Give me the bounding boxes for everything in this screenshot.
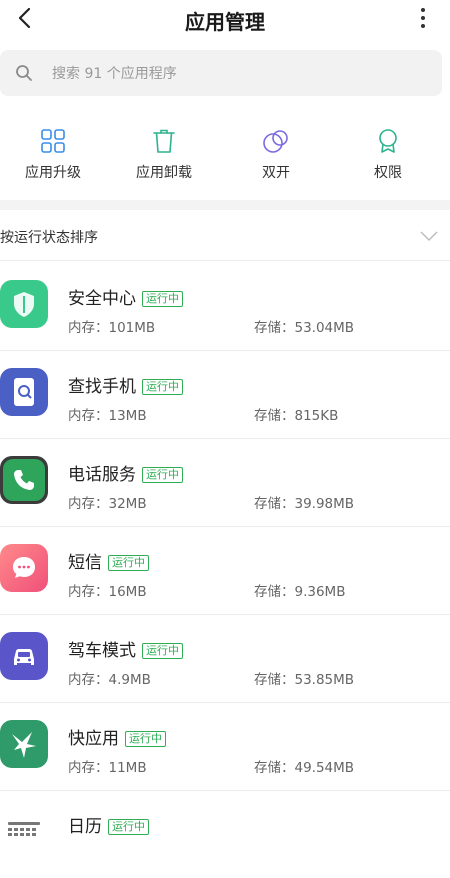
app-name: 短信 xyxy=(68,553,102,573)
search-icon xyxy=(16,65,32,81)
search-bar[interactable] xyxy=(0,50,442,98)
chevron-down-icon xyxy=(420,231,438,241)
running-badge: 运行中 xyxy=(108,819,149,835)
app-name: 日历 xyxy=(68,817,102,837)
sort-selector[interactable]: 按运行状态排序 xyxy=(0,212,450,261)
app-upgrade-button[interactable]: 应用升级 xyxy=(8,118,98,188)
app-upgrade-label: 应用升级 xyxy=(25,165,81,181)
app-name: 安全中心 xyxy=(68,289,136,309)
running-badge: 运行中 xyxy=(142,291,183,307)
app-uninstall-label: 应用卸载 xyxy=(136,165,192,181)
app-row[interactable]: 驾车模式 运行中 内存：4.9MB 存储：53.85MB xyxy=(0,614,450,703)
permissions-button[interactable]: 权限 xyxy=(343,118,433,188)
memory-usage: 内存：13MB xyxy=(68,408,147,424)
bird-icon xyxy=(0,720,48,768)
running-badge: 运行中 xyxy=(142,467,183,483)
app-row[interactable]: 快应用 运行中 内存：11MB 存储：49.54MB xyxy=(0,702,450,791)
storage-usage: 存储：53.85MB xyxy=(254,672,355,688)
app-name-container: 快应用 运行中 xyxy=(68,724,166,749)
trash-icon xyxy=(153,129,175,153)
memory-usage: 内存：4.9MB xyxy=(68,672,151,688)
app-row[interactable]: 安全中心 运行中 内存：101MB 存储：53.04MB xyxy=(0,262,450,351)
permissions-label: 权限 xyxy=(374,165,402,181)
car-icon xyxy=(0,632,48,680)
storage-usage: 存储：9.36MB xyxy=(254,584,346,600)
memory-usage: 内存：101MB xyxy=(68,320,156,336)
search-input[interactable] xyxy=(50,50,434,98)
app-name: 快应用 xyxy=(68,729,119,749)
running-badge: 运行中 xyxy=(108,555,149,571)
app-row[interactable]: 查找手机 运行中 内存：13MB 存储：815KB xyxy=(0,350,450,439)
dual-apps-button[interactable]: 双开 xyxy=(231,118,321,188)
app-uninstall-button[interactable]: 应用卸载 xyxy=(119,118,209,188)
page-title: 应用管理 xyxy=(185,10,265,34)
phone-icon xyxy=(0,456,48,504)
grid-icon xyxy=(41,129,65,153)
app-name-container: 查找手机 运行中 xyxy=(68,372,183,397)
memory-usage: 内存：11MB xyxy=(68,760,147,776)
header: 应用管理 xyxy=(0,0,450,40)
running-badge: 运行中 xyxy=(142,379,183,395)
calendar-icon xyxy=(0,814,48,862)
storage-usage: 存储：815KB xyxy=(254,408,339,424)
memory-usage: 内存：16MB xyxy=(68,584,147,600)
running-badge: 运行中 xyxy=(125,731,166,747)
sort-label: 按运行状态排序 xyxy=(0,230,98,246)
memory-usage: 内存：32MB xyxy=(68,496,147,512)
storage-usage: 存储：49.54MB xyxy=(254,760,355,776)
app-row[interactable]: 日历 运行中 xyxy=(0,790,450,878)
section-divider xyxy=(0,200,450,210)
more-options-icon[interactable] xyxy=(418,6,428,30)
dual-circles-icon xyxy=(263,130,288,153)
app-name: 驾车模式 xyxy=(68,641,136,661)
app-name: 电话服务 xyxy=(68,465,136,485)
storage-usage: 存储：53.04MB xyxy=(254,320,355,336)
app-row[interactable]: 短信 运行中 内存：16MB 存储：9.36MB xyxy=(0,526,450,615)
app-name-container: 日历 运行中 xyxy=(68,812,149,837)
app-name-container: 电话服务 运行中 xyxy=(68,460,183,485)
app-row[interactable]: 电话服务 运行中 内存：32MB 存储：39.98MB xyxy=(0,438,450,527)
storage-usage: 存储：39.98MB xyxy=(254,496,355,512)
app-name-container: 安全中心 运行中 xyxy=(68,284,183,309)
app-name: 查找手机 xyxy=(68,377,136,397)
shield-icon xyxy=(0,280,48,328)
app-name-container: 驾车模式 运行中 xyxy=(68,636,183,661)
find-phone-icon xyxy=(0,368,48,416)
ribbon-icon xyxy=(379,129,397,153)
dual-apps-label: 双开 xyxy=(262,165,290,181)
message-icon xyxy=(0,544,48,592)
quick-actions: 应用升级 应用卸载 双开 权限 xyxy=(0,118,450,194)
app-name-container: 短信 运行中 xyxy=(68,548,149,573)
running-badge: 运行中 xyxy=(142,643,183,659)
